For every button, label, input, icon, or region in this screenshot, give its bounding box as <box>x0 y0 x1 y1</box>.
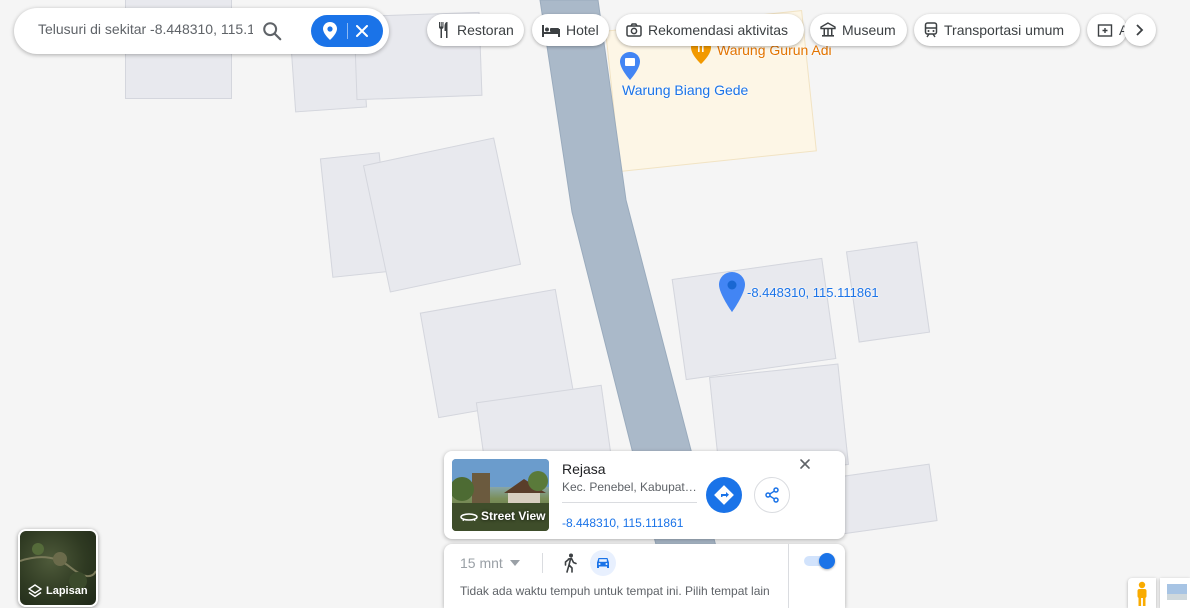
category-chip-transportasi[interactable]: Transportasi umum <box>914 14 1080 46</box>
imagery-toggle-button[interactable] <box>1160 578 1190 608</box>
travel-time-dropdown[interactable]: 15 mnt <box>460 555 520 571</box>
imagery-icon <box>1167 584 1187 600</box>
category-chip-aktivitas[interactable]: Rekomendasi aktivitas <box>616 14 804 46</box>
share-icon <box>765 487 779 503</box>
bed-icon <box>542 25 560 37</box>
chip-label: Transportasi umum <box>944 22 1065 38</box>
place-name[interactable]: Rejasa <box>562 461 606 477</box>
pharmacy-icon <box>1097 24 1113 37</box>
chip-label: Restoran <box>457 22 514 38</box>
search-box[interactable]: Telusuri di sekitar -8.448310, 115.11186… <box>14 8 389 54</box>
poi-label-warung-biang-gede[interactable]: Warung Biang Gede <box>622 82 748 98</box>
car-icon <box>597 558 609 568</box>
close-icon[interactable] <box>796 455 814 473</box>
street-view-thumbnail[interactable]: Street View <box>452 459 549 531</box>
travel-time-panel: 15 mnt Tidak ada waktu tempuh untuk temp… <box>444 544 845 608</box>
dropped-pin-pill[interactable] <box>311 15 383 47</box>
layers-icon <box>28 584 42 598</box>
category-chip-museum[interactable]: Museum <box>810 14 907 46</box>
driving-mode-button[interactable] <box>590 550 616 576</box>
camera-icon <box>626 23 642 37</box>
directions-button[interactable] <box>706 477 742 513</box>
divider <box>788 544 789 608</box>
layers-button[interactable]: Lapisan <box>18 529 98 607</box>
place-card[interactable]: Street View Rejasa Kec. Penebel, Kabupat… <box>444 451 845 539</box>
train-icon <box>924 22 938 38</box>
divider <box>542 553 543 573</box>
divider <box>562 502 697 503</box>
search-icon[interactable] <box>261 20 283 42</box>
walking-icon[interactable] <box>562 553 578 573</box>
chip-label: Museum <box>842 22 896 38</box>
pegman-icon <box>1137 581 1147 606</box>
location-pin-icon[interactable] <box>719 272 745 312</box>
category-chip-apotek[interactable]: Apotek <box>1087 14 1127 46</box>
pegman-button[interactable] <box>1128 578 1156 608</box>
place-coordinates[interactable]: -8.448310, 115.111861 <box>562 516 683 530</box>
directions-icon <box>714 485 734 505</box>
chevron-right-icon <box>1136 24 1144 36</box>
museum-icon <box>820 22 836 37</box>
travel-time-message: Tidak ada waktu tempuh untuk tempat ini.… <box>460 584 770 598</box>
place-address: Kec. Penebel, Kabupaten Tabanan, Bali <box>562 480 697 494</box>
map-pin-icon <box>323 22 337 40</box>
chips-next-button[interactable] <box>1124 14 1156 46</box>
street-view-icon <box>460 513 478 521</box>
category-chip-hotel[interactable]: Hotel <box>532 14 609 46</box>
layers-label: Lapisan <box>28 584 88 598</box>
travel-time-toggle[interactable] <box>804 553 835 569</box>
street-view-label: Street View <box>460 509 545 523</box>
close-icon[interactable] <box>356 25 368 37</box>
pin-coordinates-label: -8.448310, 115.111861 <box>747 285 879 300</box>
chip-label: Rekomendasi aktivitas <box>648 22 789 38</box>
chevron-down-icon <box>509 560 520 566</box>
category-chip-restoran[interactable]: Restoran <box>427 14 524 46</box>
chip-label: Hotel <box>566 22 599 38</box>
shopping-pin-icon[interactable] <box>620 52 640 80</box>
share-button[interactable] <box>754 477 790 513</box>
search-input[interactable]: Telusuri di sekitar -8.448310, 115.11186… <box>38 21 253 37</box>
fork-knife-icon <box>439 22 448 38</box>
